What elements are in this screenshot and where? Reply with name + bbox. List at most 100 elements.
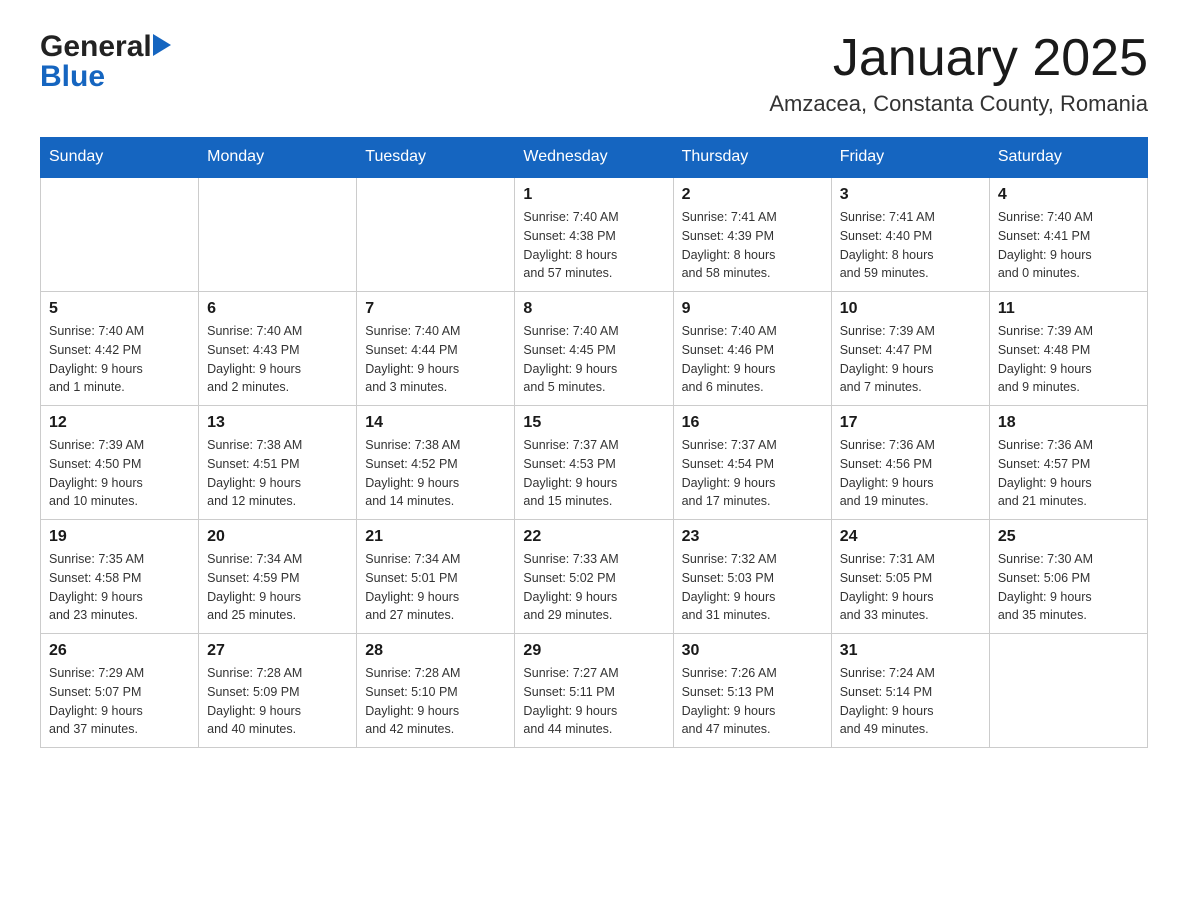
day-info: Sunrise: 7:40 AM Sunset: 4:41 PM Dayligh… (998, 208, 1139, 283)
logo-blue-text: Blue (40, 60, 105, 94)
logo-arrow-icon (153, 34, 171, 56)
day-number: 26 (49, 642, 190, 660)
day-info: Sunrise: 7:41 AM Sunset: 4:39 PM Dayligh… (682, 208, 823, 283)
calendar-cell: 20 Sunrise: 7:34 AM Sunset: 4:59 PM Dayli… (199, 520, 357, 634)
day-info: Sunrise: 7:29 AM Sunset: 5:07 PM Dayligh… (49, 664, 190, 739)
calendar-table: SundayMondayTuesdayWednesdayThursdayFrid… (40, 137, 1148, 748)
day-info: Sunrise: 7:39 AM Sunset: 4:50 PM Dayligh… (49, 436, 190, 511)
day-number: 23 (682, 528, 823, 546)
calendar-cell: 30 Sunrise: 7:26 AM Sunset: 5:13 PM Dayli… (673, 634, 831, 748)
day-header-saturday: Saturday (989, 138, 1147, 178)
calendar-cell: 24Sunrise: 7:31 AM Sunset: 5:05 PM Dayli… (831, 520, 989, 634)
day-number: 11 (998, 300, 1139, 318)
calendar-cell: 18Sunrise: 7:36 AM Sunset: 4:57 PM Dayli… (989, 406, 1147, 520)
calendar-header-row: SundayMondayTuesdayWednesdayThursdayFrid… (41, 138, 1148, 178)
calendar-week-row: 5 Sunrise: 7:40 AM Sunset: 4:42 PM Daylig… (41, 292, 1148, 406)
day-info: Sunrise: 7:37 AM Sunset: 4:53 PM Dayligh… (523, 436, 664, 511)
day-number: 22 (523, 528, 664, 546)
day-info: Sunrise: 7:24 AM Sunset: 5:14 PM Dayligh… (840, 664, 981, 739)
calendar-cell: 21Sunrise: 7:34 AM Sunset: 5:01 PM Dayli… (357, 520, 515, 634)
day-header-friday: Friday (831, 138, 989, 178)
day-info: Sunrise: 7:40 AM Sunset: 4:42 PM Dayligh… (49, 322, 190, 397)
day-number: 17 (840, 414, 981, 432)
day-number: 14 (365, 414, 506, 432)
calendar-cell (199, 177, 357, 292)
day-info: Sunrise: 7:28 AM Sunset: 5:10 PM Dayligh… (365, 664, 506, 739)
calendar-cell: 28Sunrise: 7:28 AM Sunset: 5:10 PM Dayli… (357, 634, 515, 748)
day-number: 7 (365, 300, 506, 318)
day-info: Sunrise: 7:40 AM Sunset: 4:45 PM Dayligh… (523, 322, 664, 397)
calendar-cell (41, 177, 199, 292)
day-number: 1 (523, 186, 664, 204)
day-number: 5 (49, 300, 190, 318)
day-header-monday: Monday (199, 138, 357, 178)
calendar-cell: 10Sunrise: 7:39 AM Sunset: 4:47 PM Dayli… (831, 292, 989, 406)
day-header-wednesday: Wednesday (515, 138, 673, 178)
calendar-cell: 27 Sunrise: 7:28 AM Sunset: 5:09 PM Dayli… (199, 634, 357, 748)
day-info: Sunrise: 7:37 AM Sunset: 4:54 PM Dayligh… (682, 436, 823, 511)
calendar-cell: 19 Sunrise: 7:35 AM Sunset: 4:58 PM Dayli… (41, 520, 199, 634)
day-number: 2 (682, 186, 823, 204)
day-number: 19 (49, 528, 190, 546)
day-number: 3 (840, 186, 981, 204)
day-info: Sunrise: 7:27 AM Sunset: 5:11 PM Dayligh… (523, 664, 664, 739)
calendar-cell: 7 Sunrise: 7:40 AM Sunset: 4:44 PM Daylig… (357, 292, 515, 406)
day-number: 18 (998, 414, 1139, 432)
day-number: 9 (682, 300, 823, 318)
calendar-cell (989, 634, 1147, 748)
calendar-cell: 3Sunrise: 7:41 AM Sunset: 4:40 PM Daylig… (831, 177, 989, 292)
location-title: Amzacea, Constanta County, Romania (769, 91, 1148, 117)
day-header-thursday: Thursday (673, 138, 831, 178)
day-number: 12 (49, 414, 190, 432)
calendar-cell: 25Sunrise: 7:30 AM Sunset: 5:06 PM Dayli… (989, 520, 1147, 634)
day-info: Sunrise: 7:26 AM Sunset: 5:13 PM Dayligh… (682, 664, 823, 739)
day-number: 20 (207, 528, 348, 546)
calendar-cell (357, 177, 515, 292)
day-info: Sunrise: 7:33 AM Sunset: 5:02 PM Dayligh… (523, 550, 664, 625)
day-number: 6 (207, 300, 348, 318)
day-info: Sunrise: 7:35 AM Sunset: 4:58 PM Dayligh… (49, 550, 190, 625)
day-number: 29 (523, 642, 664, 660)
page-header: General Blue January 2025 Amzacea, Const… (40, 30, 1148, 117)
calendar-cell: 31 Sunrise: 7:24 AM Sunset: 5:14 PM Dayli… (831, 634, 989, 748)
calendar-cell: 23 Sunrise: 7:32 AM Sunset: 5:03 PM Dayli… (673, 520, 831, 634)
logo: General Blue (40, 30, 171, 94)
day-info: Sunrise: 7:36 AM Sunset: 4:56 PM Dayligh… (840, 436, 981, 511)
day-number: 31 (840, 642, 981, 660)
calendar-cell: 17 Sunrise: 7:36 AM Sunset: 4:56 PM Dayli… (831, 406, 989, 520)
day-number: 13 (207, 414, 348, 432)
calendar-cell: 22 Sunrise: 7:33 AM Sunset: 5:02 PM Dayli… (515, 520, 673, 634)
day-number: 24 (840, 528, 981, 546)
calendar-cell: 5 Sunrise: 7:40 AM Sunset: 4:42 PM Daylig… (41, 292, 199, 406)
calendar-cell: 14Sunrise: 7:38 AM Sunset: 4:52 PM Dayli… (357, 406, 515, 520)
day-info: Sunrise: 7:40 AM Sunset: 4:46 PM Dayligh… (682, 322, 823, 397)
logo-general-text: General (40, 30, 152, 64)
day-info: Sunrise: 7:28 AM Sunset: 5:09 PM Dayligh… (207, 664, 348, 739)
calendar-cell: 4Sunrise: 7:40 AM Sunset: 4:41 PM Daylig… (989, 177, 1147, 292)
calendar-cell: 16Sunrise: 7:37 AM Sunset: 4:54 PM Dayli… (673, 406, 831, 520)
calendar-cell: 1 Sunrise: 7:40 AM Sunset: 4:38 PM Daylig… (515, 177, 673, 292)
day-info: Sunrise: 7:40 AM Sunset: 4:38 PM Dayligh… (523, 208, 664, 283)
calendar-cell: 6 Sunrise: 7:40 AM Sunset: 4:43 PM Daylig… (199, 292, 357, 406)
day-info: Sunrise: 7:34 AM Sunset: 5:01 PM Dayligh… (365, 550, 506, 625)
calendar-week-row: 26 Sunrise: 7:29 AM Sunset: 5:07 PM Dayli… (41, 634, 1148, 748)
day-number: 10 (840, 300, 981, 318)
calendar-cell: 13 Sunrise: 7:38 AM Sunset: 4:51 PM Dayli… (199, 406, 357, 520)
day-number: 15 (523, 414, 664, 432)
calendar-cell: 15 Sunrise: 7:37 AM Sunset: 4:53 PM Dayli… (515, 406, 673, 520)
day-number: 27 (207, 642, 348, 660)
day-info: Sunrise: 7:32 AM Sunset: 5:03 PM Dayligh… (682, 550, 823, 625)
day-info: Sunrise: 7:38 AM Sunset: 4:51 PM Dayligh… (207, 436, 348, 511)
day-info: Sunrise: 7:40 AM Sunset: 4:43 PM Dayligh… (207, 322, 348, 397)
day-info: Sunrise: 7:39 AM Sunset: 4:48 PM Dayligh… (998, 322, 1139, 397)
calendar-cell: 8Sunrise: 7:40 AM Sunset: 4:45 PM Daylig… (515, 292, 673, 406)
day-number: 30 (682, 642, 823, 660)
title-area: January 2025 Amzacea, Constanta County, … (769, 30, 1148, 117)
calendar-cell: 29 Sunrise: 7:27 AM Sunset: 5:11 PM Dayli… (515, 634, 673, 748)
day-number: 25 (998, 528, 1139, 546)
calendar-cell: 11 Sunrise: 7:39 AM Sunset: 4:48 PM Dayli… (989, 292, 1147, 406)
calendar-week-row: 19 Sunrise: 7:35 AM Sunset: 4:58 PM Dayli… (41, 520, 1148, 634)
day-info: Sunrise: 7:40 AM Sunset: 4:44 PM Dayligh… (365, 322, 506, 397)
day-info: Sunrise: 7:34 AM Sunset: 4:59 PM Dayligh… (207, 550, 348, 625)
calendar-cell: 12 Sunrise: 7:39 AM Sunset: 4:50 PM Dayli… (41, 406, 199, 520)
